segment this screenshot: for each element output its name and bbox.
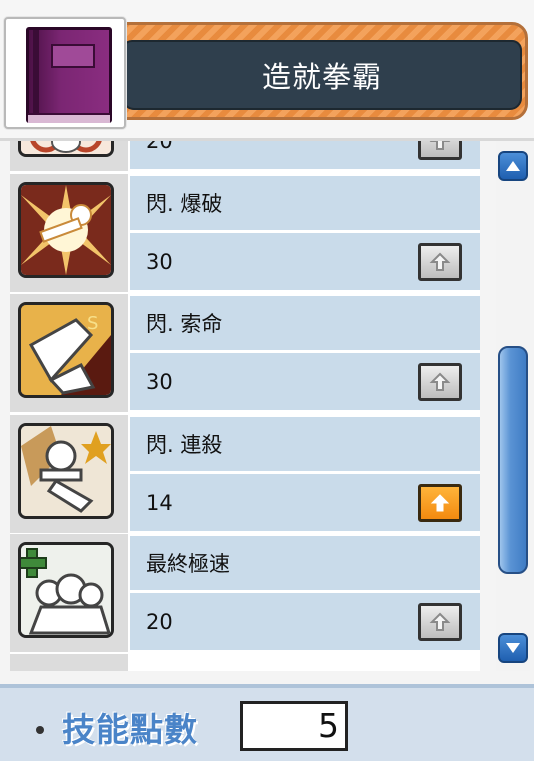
level-up-button[interactable]: [418, 362, 462, 401]
partial-skill-icon: [18, 141, 114, 157]
scroll-thumb[interactable]: [498, 346, 528, 574]
job-title: 造就拳霸: [122, 40, 522, 110]
up-arrow-icon: [429, 612, 451, 631]
skill-name: 閃. 連殺: [146, 433, 223, 457]
skill-list[interactable]: 20 閃. 爆破 30: [10, 141, 480, 671]
scrollbar[interactable]: [496, 141, 530, 671]
skill-row[interactable]: 閃. 連殺 14: [10, 415, 480, 533]
combo-kill-skill-icon: [18, 423, 114, 519]
speed-buff-skill-icon: [18, 542, 114, 638]
level-up-button[interactable]: [418, 242, 462, 281]
skill-points-value: 5: [240, 701, 348, 751]
skill-book-icon-frame[interactable]: [4, 17, 126, 129]
skill-name: 最終極速: [146, 552, 230, 576]
level-up-button[interactable]: [418, 141, 462, 160]
skill-level: 20: [146, 609, 173, 634]
skill-row[interactable]: S 閃. 索命 30: [10, 294, 480, 412]
up-arrow-icon: [430, 493, 450, 511]
skill-row[interactable]: 閃. 爆破 30: [10, 174, 480, 292]
scroll-down-button[interactable]: [498, 633, 528, 663]
skill-level: 14: [146, 490, 173, 515]
level-up-button[interactable]: [418, 602, 462, 641]
skill-points-label: 技能點數: [62, 710, 198, 749]
slash-skill-icon: S: [18, 302, 114, 398]
skill-row: [10, 654, 480, 671]
up-arrow-icon: [429, 141, 451, 150]
explosion-skill-icon: [18, 182, 114, 278]
up-arrow-icon: [429, 252, 451, 271]
up-arrow-icon: [429, 372, 451, 391]
bullet-icon: [36, 726, 44, 734]
level-up-button-active[interactable]: [418, 483, 462, 522]
svg-text:S: S: [87, 313, 98, 334]
skill-level: 30: [146, 249, 173, 274]
skill-level: 30: [146, 369, 173, 394]
skill-book-icon: [26, 27, 112, 123]
skill-name: 閃. 爆破: [146, 192, 223, 216]
skill-level: 20: [146, 141, 173, 153]
scroll-up-button[interactable]: [498, 151, 528, 181]
triangle-up-icon: [506, 161, 520, 171]
skill-row[interactable]: 最終極速 20: [10, 534, 480, 652]
skill-window-header: 造就拳霸: [0, 0, 534, 141]
triangle-down-icon: [506, 643, 520, 653]
skill-row[interactable]: 20: [10, 141, 480, 171]
skill-name: 閃. 索命: [146, 312, 223, 336]
skill-points-footer: 技能點數 5: [0, 684, 534, 761]
